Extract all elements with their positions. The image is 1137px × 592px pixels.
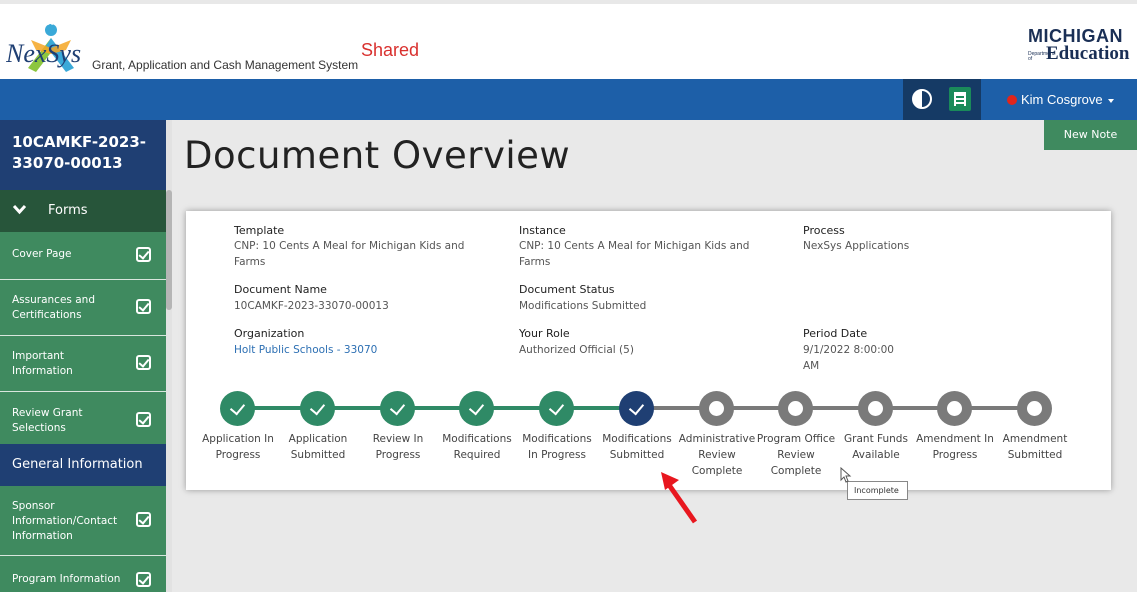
step-modifications-required[interactable]: [459, 391, 494, 426]
step-label: Grant Funds Available: [844, 433, 908, 461]
step-application-submitted[interactable]: [300, 391, 335, 426]
sidebar-item-label: Review Grant Selections: [12, 407, 83, 434]
check-square-icon: [136, 247, 151, 262]
step-application-in-progress[interactable]: [220, 391, 255, 426]
step-grant-funds-available[interactable]: [858, 391, 893, 426]
mde-logo-small: Department of: [1028, 51, 1055, 62]
step-label: Amendment Submitted: [1002, 433, 1068, 461]
sidebar-forms-label: Forms: [48, 203, 88, 218]
nav-home[interactable]: Home: [26, 0, 61, 41]
user-name: Kim Cosgrove: [1021, 92, 1103, 107]
caret-down-icon: [323, 19, 330, 24]
your-role-label: Your Role: [519, 327, 570, 340]
sidebar-general-label: General Information: [12, 457, 143, 472]
sidebar-general-information[interactable]: General Information: [0, 444, 166, 486]
step-label: Modifications In Progress: [522, 433, 592, 461]
sidebar-item-label: Program Information: [12, 573, 121, 585]
your-role-value: Authorized Official (5): [519, 344, 634, 356]
svg-text:NexSys: NexSys: [6, 39, 81, 68]
sidebar-item-label: Important Information: [12, 350, 73, 377]
step-program-office-review-complete[interactable]: [778, 391, 813, 426]
step-label: Application In Progress: [202, 433, 274, 461]
user-menu[interactable]: Kim Cosgrove: [1021, 79, 1114, 120]
period-date-value: 9/1/2022 8:00:00 AM: [803, 344, 894, 372]
process-value: NexSys Applications: [803, 240, 910, 252]
step-label: Review In Progress: [372, 433, 424, 461]
template-label: Template: [234, 224, 285, 237]
step-modifications-in-progress[interactable]: [539, 391, 574, 426]
nav-reports[interactable]: Reports: [381, 0, 438, 41]
mde-logo-bottom: Education: [1046, 43, 1130, 64]
sidebar-item-cover-page[interactable]: Cover Page: [0, 232, 166, 280]
app-tagline: Grant, Application and Cash Management S…: [92, 58, 359, 72]
document-name-label: Document Name: [234, 283, 327, 296]
step-label: Modifications Required: [442, 433, 512, 461]
chevron-down-icon: [13, 204, 26, 215]
sidebar: 10CAMKF-2023-33070-00013 Forms Cover Pag…: [0, 120, 172, 592]
document-status-value: Modifications Submitted: [519, 300, 647, 312]
progress-track-complete: [238, 406, 638, 410]
check-square-icon: [136, 355, 151, 370]
check-square-icon: [136, 412, 151, 427]
step-administrative-review-complete[interactable]: [699, 391, 734, 426]
step-modifications-submitted[interactable]: [619, 391, 654, 426]
step-label: Program Office Review Complete: [756, 433, 836, 477]
nav-reports-label: Reports: [381, 13, 427, 28]
app-window: NexSys Grant, Application and Cash Manag…: [0, 0, 1137, 592]
sidebar-scrollbar-thumb[interactable]: [166, 190, 172, 310]
new-note-button[interactable]: New Note: [1044, 120, 1137, 150]
page-title: Document Overview: [184, 134, 571, 177]
organization-label: Organization: [234, 327, 305, 340]
nav-administration[interactable]: Administration: [112, 0, 206, 41]
sidebar-item-assurances[interactable]: Assurances and Certifications: [0, 280, 166, 336]
nav-administration-label: Administration: [112, 13, 195, 28]
sidebar-item-program-information[interactable]: Program Information: [0, 556, 166, 592]
mde-logo: MICHIGAN Department of Education: [1026, 26, 1137, 70]
step-label: Modifications Submitted: [602, 433, 672, 461]
nav-searches-label: Searches: [264, 13, 319, 28]
sidebar-item-sponsor-information[interactable]: Sponsor Information/Contact Information: [0, 486, 166, 556]
period-date-label: Period Date: [803, 327, 868, 340]
organization-link[interactable]: Holt Public Schools - 33070: [234, 342, 484, 358]
sidebar-document-id: 10CAMKF-2023-33070-00013: [0, 120, 172, 190]
red-arrow-icon: [661, 472, 698, 524]
document-status-label: Document Status: [519, 283, 615, 296]
sidebar-item-important-information[interactable]: Important Information: [0, 336, 166, 392]
step-review-in-progress[interactable]: [380, 391, 415, 426]
instance-label: Instance: [519, 224, 566, 237]
sidebar-item-label: Cover Page: [12, 248, 72, 260]
caret-down-icon: [431, 19, 438, 24]
step-label: Amendment In Progress: [916, 433, 994, 461]
user-status-icon: [1007, 95, 1017, 105]
sidebar-forms-toggle[interactable]: Forms: [0, 190, 166, 232]
caret-down-icon: [1107, 98, 1114, 103]
step-amendment-in-progress[interactable]: [937, 391, 972, 426]
contrast-toggle-icon[interactable]: [912, 89, 932, 109]
nav-home-label: Home: [26, 13, 61, 28]
template-value: CNP: 10 Cents A Meal for Michigan Kids a…: [234, 240, 465, 268]
caret-down-icon: [199, 19, 206, 24]
check-square-icon: [136, 299, 151, 314]
check-square-icon: [136, 512, 151, 527]
environment-label: Shared: [361, 40, 420, 60]
document-overview-card: Template CNP: 10 Cents A Meal for Michig…: [186, 211, 1111, 490]
nav-searches[interactable]: Searches: [264, 0, 330, 41]
step-label: Application Submitted: [288, 433, 348, 461]
document-name-value: 10CAMKF-2023-33070-00013: [234, 300, 389, 312]
document-icon[interactable]: [949, 87, 971, 111]
sidebar-item-label: Sponsor Information/Contact Information: [12, 500, 118, 542]
sidebar-item-review-grant-selections[interactable]: Review Grant Selections: [0, 392, 166, 450]
progress-track-remaining: [638, 406, 1038, 410]
step-tooltip: Incomplete: [847, 481, 908, 500]
step-amendment-submitted[interactable]: [1017, 391, 1052, 426]
sidebar-title-text: 10CAMKF-2023-33070-00013: [12, 133, 147, 172]
instance-value: CNP: 10 Cents A Meal for Michigan Kids a…: [519, 240, 750, 268]
mouse-cursor-icon: [840, 467, 852, 483]
process-label: Process: [803, 224, 845, 237]
sidebar-item-label: Assurances and Certifications: [12, 294, 95, 321]
check-square-icon: [136, 572, 151, 587]
